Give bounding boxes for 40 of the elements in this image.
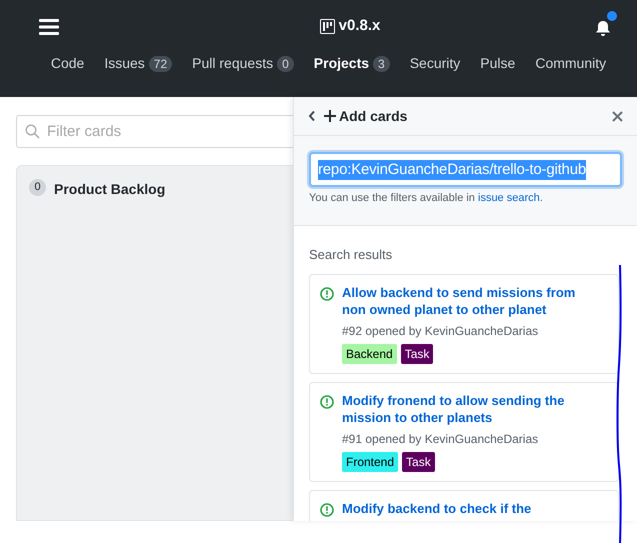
card-count-badge: 0 [29,179,46,196]
back-chevron-icon[interactable] [308,110,316,122]
count-badge: 72 [148,56,172,72]
search-icon [25,124,40,139]
open-issue-icon [320,395,334,409]
open-issue-icon [320,503,334,517]
issue-title[interactable]: Allow backend to send missions from non owned planet to other planet [342,284,587,318]
issue-label: Task [400,344,434,364]
issue-label: Backend [342,344,397,364]
issue-title[interactable]: Modify fronend to allow sending the mission to other planets [342,392,587,426]
menu-icon[interactable] [39,18,59,34]
nav-tab[interactable]: Issues 72 [104,53,172,74]
nav-tab[interactable]: Security [410,53,460,74]
issue-meta: #92 opened by KevinGuancheDarias [342,323,540,340]
issue-card[interactable]: Modify backend to check if the [309,490,619,521]
nav-tab[interactable]: Pulse [480,53,516,74]
bell-icon[interactable] [595,20,611,37]
issue-label: Frontend [342,452,398,472]
issue-card[interactable]: Modify fronend to allow sending the mission to other planets #91 opened by KevinGuancheDarias Frontend Task [309,382,619,482]
nav-tab[interactable]: Code [50,53,84,74]
project-board-icon [320,19,335,34]
issue-title[interactable]: Modify backend to check if the [342,500,532,517]
results-heading: Search results [309,246,394,264]
issue-label: Task [402,452,435,472]
repo-title: v0.8.x [338,16,380,36]
nav-tab[interactable]: Projects 3 [314,53,390,74]
count-badge: 3 [373,56,390,72]
issue-meta: #91 opened by KevinGuancheDarias [342,431,540,448]
search-hint: You can use the filters available in issue search. [309,191,544,206]
panel-title: Add cards [339,106,408,126]
issue-search-link[interactable]: issue search [478,192,540,204]
nav-tab[interactable]: Community [535,53,606,74]
close-icon[interactable] [612,110,623,122]
filter-field[interactable]: Filter cards [16,115,293,148]
column-title: Product Backlog [54,180,166,199]
open-issue-icon [320,287,334,301]
issue-card[interactable]: Allow backend to send missions from non owned planet to other planet #92 opened by KevinGuancheDarias Backend Task [309,274,619,374]
plus-icon [324,110,336,122]
nav-tab[interactable]: Pull requests 0 [192,53,294,74]
count-badge: 0 [277,56,294,72]
